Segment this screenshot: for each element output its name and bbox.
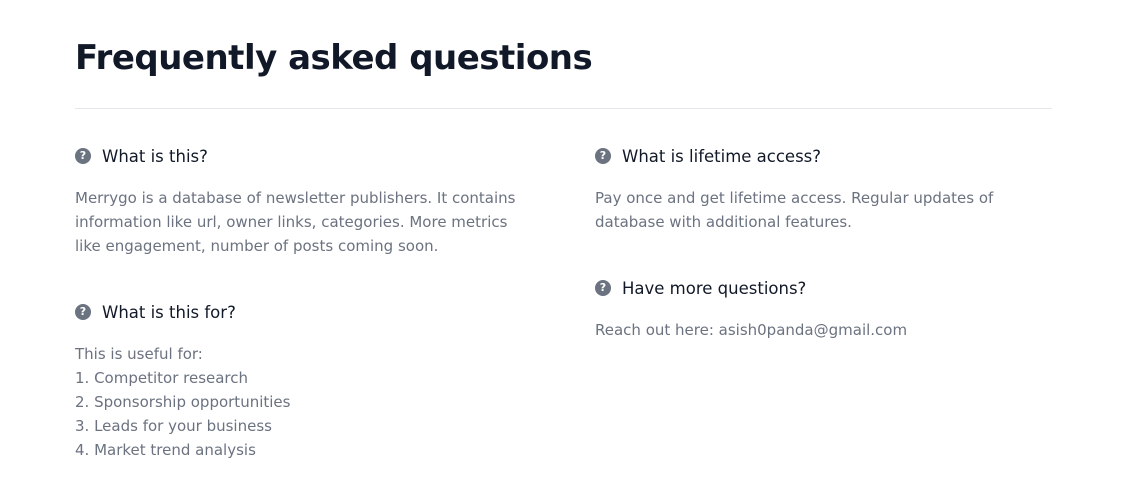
faq-answer: Reach out here: asish0panda@gmail.com: [595, 318, 1065, 342]
faq-answer-list-item: 2. Sponsorship opportunities: [75, 393, 291, 411]
faq-question-row: ? What is this for?: [75, 300, 545, 324]
faq-answer-line: This is useful for:: [75, 345, 203, 363]
faq-item-more-questions: ? Have more questions? Reach out here: a…: [595, 276, 1065, 342]
faq-answer-line: like engagement, number of posts coming …: [75, 237, 439, 255]
faq-answer-list-item: 4. Market trend analysis: [75, 441, 256, 459]
faq-question-row: ? What is this?: [75, 144, 545, 168]
faq-question-row: ? Have more questions?: [595, 276, 1065, 300]
faq-page: Frequently asked questions ? What is thi…: [0, 0, 1127, 497]
faq-answer-line: Pay once and get lifetime access. Regula…: [595, 189, 994, 207]
page-title: Frequently asked questions: [75, 38, 593, 78]
faq-question: What is this for?: [102, 302, 236, 322]
faq-answer-line: Merrygo is a database of newsletter publ…: [75, 189, 516, 207]
faq-question: What is this?: [102, 146, 208, 166]
faq-item-lifetime-access: ? What is lifetime access? Pay once and …: [595, 144, 1065, 234]
faq-item-what-is-this: ? What is this? Merrygo is a database of…: [75, 144, 545, 258]
faq-answer: Merrygo is a database of newsletter publ…: [75, 186, 545, 258]
question-circle-icon: ?: [75, 148, 91, 164]
faq-answer-list-item: 1. Competitor research: [75, 369, 249, 387]
question-circle-icon: ?: [75, 304, 91, 320]
faq-answer-line: database with additional features.: [595, 213, 852, 231]
faq-question-row: ? What is lifetime access?: [595, 144, 1065, 168]
question-circle-icon: ?: [595, 280, 611, 296]
question-circle-icon: ?: [595, 148, 611, 164]
divider: [75, 108, 1052, 109]
faq-answer-line: information like url, owner links, categ…: [75, 213, 508, 231]
contact-email-text: Reach out here: asish0panda@gmail.com: [595, 321, 908, 339]
faq-question: Have more questions?: [622, 278, 807, 298]
faq-item-what-is-this-for: ? What is this for? This is useful for: …: [75, 300, 545, 462]
faq-answer: This is useful for: 1. Competitor resear…: [75, 342, 545, 462]
faq-question: What is lifetime access?: [622, 146, 822, 166]
faq-answer-list-item: 3. Leads for your business: [75, 417, 272, 435]
faq-answer: Pay once and get lifetime access. Regula…: [595, 186, 1065, 234]
